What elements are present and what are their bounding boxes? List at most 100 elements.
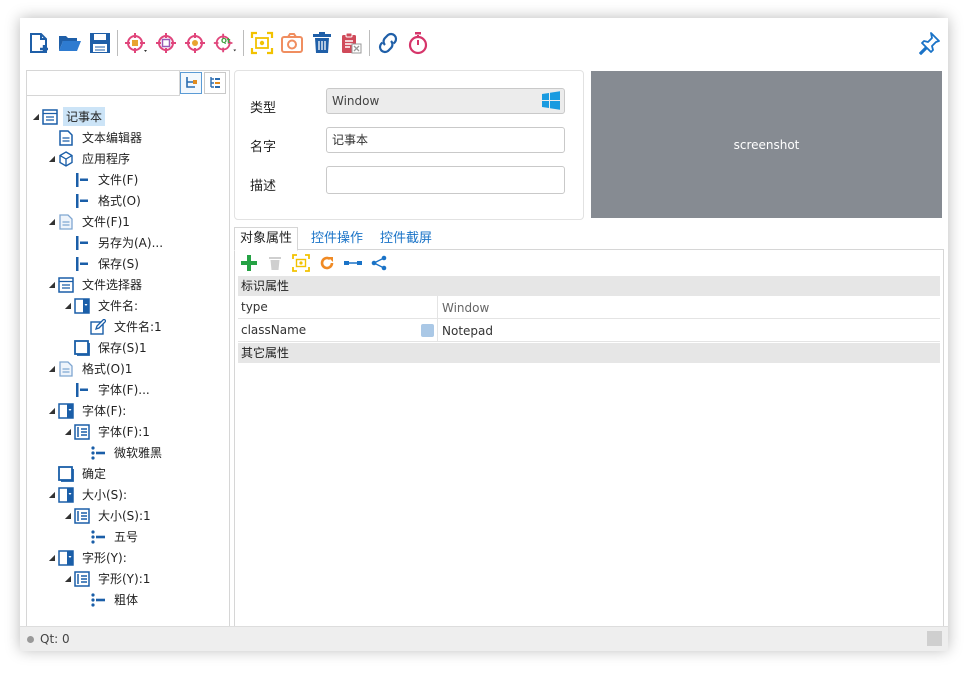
property-name: className — [241, 323, 307, 337]
open-folder-icon[interactable] — [57, 30, 83, 56]
collapse-toggle-icon[interactable]: ◢ — [47, 406, 57, 415]
tree-node[interactable]: ◢ 格式(O)1 — [47, 358, 135, 379]
web-capture-icon[interactable] — [182, 30, 208, 56]
combobox-icon — [73, 297, 91, 315]
tab-control-screenshot[interactable]: 控件截屏 — [380, 228, 432, 250]
connect-icon[interactable] — [343, 253, 363, 273]
collapse-toggle-icon[interactable]: ◢ — [63, 511, 73, 520]
tree-node[interactable]: 格式(O) — [63, 190, 144, 211]
tree-node-label: 字形(Y):1 — [98, 572, 151, 586]
collapse-toggle-icon[interactable]: ◢ — [63, 301, 73, 310]
delete-property-icon[interactable] — [265, 253, 285, 273]
save-icon[interactable] — [87, 30, 113, 56]
qt-badge: Qt — [221, 37, 231, 45]
capture-property-icon[interactable] — [291, 253, 311, 273]
list-item-icon — [89, 444, 107, 462]
name-field[interactable]: 记事本 — [326, 127, 565, 153]
menu-item-icon — [73, 381, 91, 399]
window-icon — [57, 276, 75, 294]
tree-locate-button[interactable] — [180, 72, 202, 94]
tree-node[interactable]: 文件名:1 — [79, 316, 165, 337]
tree-node[interactable]: ◢ 应用程序 — [47, 148, 133, 169]
screenshot-placeholder: screenshot — [733, 137, 800, 152]
qt-capture-icon[interactable]: Qt — [212, 30, 238, 56]
camera-icon[interactable] — [279, 30, 305, 56]
tree-node[interactable]: ◢ 字形(Y): — [47, 547, 130, 568]
menu-item-icon — [73, 171, 91, 189]
tree-node-label: 文件(F) — [98, 173, 139, 187]
tree-node[interactable]: 另存为(A)... — [63, 232, 166, 253]
tree-expand-button[interactable] — [204, 72, 226, 94]
identity-properties-group[interactable]: 标识属性 — [238, 276, 940, 296]
tree-node[interactable]: ◢ 记事本 — [31, 106, 106, 127]
tree-node-label: 字形(Y): — [82, 551, 127, 565]
screenshot-select-icon[interactable] — [249, 30, 275, 56]
tree-node[interactable]: ◢ 字形(Y):1 — [63, 568, 153, 589]
table-row[interactable]: type Window — [238, 296, 940, 319]
object-info-card: 类型 Window 名字 记事本 描述 — [234, 70, 584, 220]
tree-node-label: 粗体 — [114, 593, 139, 607]
edit-icon — [89, 318, 107, 336]
tree-node[interactable]: ◢ 大小(S): — [47, 484, 130, 505]
list-icon — [73, 423, 91, 441]
combobox-icon — [57, 549, 75, 567]
property-value[interactable]: Notepad — [442, 319, 493, 343]
collapse-toggle-icon[interactable]: ◢ — [31, 112, 41, 121]
type-label: 类型 — [250, 101, 277, 116]
tree-node-label: 字体(F)... — [98, 383, 150, 397]
collapse-toggle-icon[interactable]: ◢ — [47, 154, 57, 163]
uia-capture-icon[interactable] — [153, 30, 179, 56]
name-label: 名字 — [250, 140, 277, 155]
description-field[interactable] — [326, 166, 565, 194]
tree-node[interactable]: 粗体 — [79, 589, 141, 610]
tree-node-label: 另存为(A)... — [98, 236, 164, 250]
button-icon — [73, 339, 91, 357]
collapse-toggle-icon[interactable]: ◢ — [47, 490, 57, 499]
status-indicator-icon — [27, 636, 34, 643]
menu-item-icon — [73, 192, 91, 210]
tree-node-label: 五号 — [114, 530, 139, 544]
collapse-toggle-icon[interactable]: ◢ — [47, 553, 57, 562]
refresh-icon[interactable] — [317, 253, 337, 273]
property-enabled-checkbox[interactable] — [421, 324, 434, 337]
windows-capture-icon[interactable] — [124, 30, 150, 56]
trash-icon[interactable] — [309, 30, 335, 56]
collapse-toggle-icon[interactable]: ◢ — [47, 217, 57, 226]
link-icon[interactable] — [375, 30, 401, 56]
collapse-toggle-icon[interactable]: ◢ — [63, 427, 73, 436]
tree-node[interactable]: ◢ 文件名: — [63, 295, 141, 316]
tree-search-input[interactable] — [27, 71, 180, 96]
other-properties-group[interactable]: 其它属性 — [238, 343, 940, 363]
collapse-toggle-icon[interactable]: ◢ — [47, 364, 57, 373]
tree-node[interactable]: 保存(S)1 — [63, 337, 150, 358]
share-icon[interactable] — [369, 253, 389, 273]
tree-node[interactable]: 保存(S) — [63, 253, 142, 274]
tab-object-properties[interactable]: 对象属性 — [234, 227, 299, 251]
tree-node[interactable]: 确定 — [47, 463, 109, 484]
collapse-toggle-icon[interactable]: ◢ — [47, 280, 57, 289]
tree-node[interactable]: ◢ 字体(F):1 — [63, 421, 153, 442]
tree-node[interactable]: 文件(F) — [63, 169, 141, 190]
window-icon — [41, 108, 59, 126]
tree-node[interactable]: ◢ 大小(S):1 — [63, 505, 154, 526]
pin-icon[interactable] — [916, 30, 942, 56]
new-file-icon[interactable] — [26, 30, 52, 56]
tab-control-actions[interactable]: 控件操作 — [311, 228, 363, 250]
combobox-icon — [57, 486, 75, 504]
button-icon — [57, 465, 75, 483]
type-field: Window — [326, 88, 565, 114]
stopwatch-icon[interactable] — [405, 30, 431, 56]
tree-node[interactable]: 微软雅黑 — [79, 442, 165, 463]
resize-grip-icon[interactable] — [927, 631, 942, 646]
add-property-icon[interactable] — [239, 253, 259, 273]
tree-node[interactable]: ◢ 字体(F): — [47, 400, 129, 421]
tree-node[interactable]: ◢ 文件选择器 — [47, 274, 145, 295]
clipboard-clean-icon[interactable] — [338, 30, 364, 56]
tree-node[interactable]: 文本编辑器 — [47, 127, 145, 148]
table-row[interactable]: className Notepad — [238, 319, 940, 342]
tree-node[interactable]: ◢ 文件(F)1 — [47, 211, 133, 232]
tree-node[interactable]: 五号 — [79, 526, 141, 547]
collapse-toggle-icon[interactable]: ◢ — [63, 574, 73, 583]
app-window: Qt ◢ 记事本 文本编辑器 ◢ 应用程序 文件(F) 格式(O) ◢ 文件(F… — [20, 18, 948, 651]
tree-node[interactable]: 字体(F)... — [63, 379, 153, 400]
